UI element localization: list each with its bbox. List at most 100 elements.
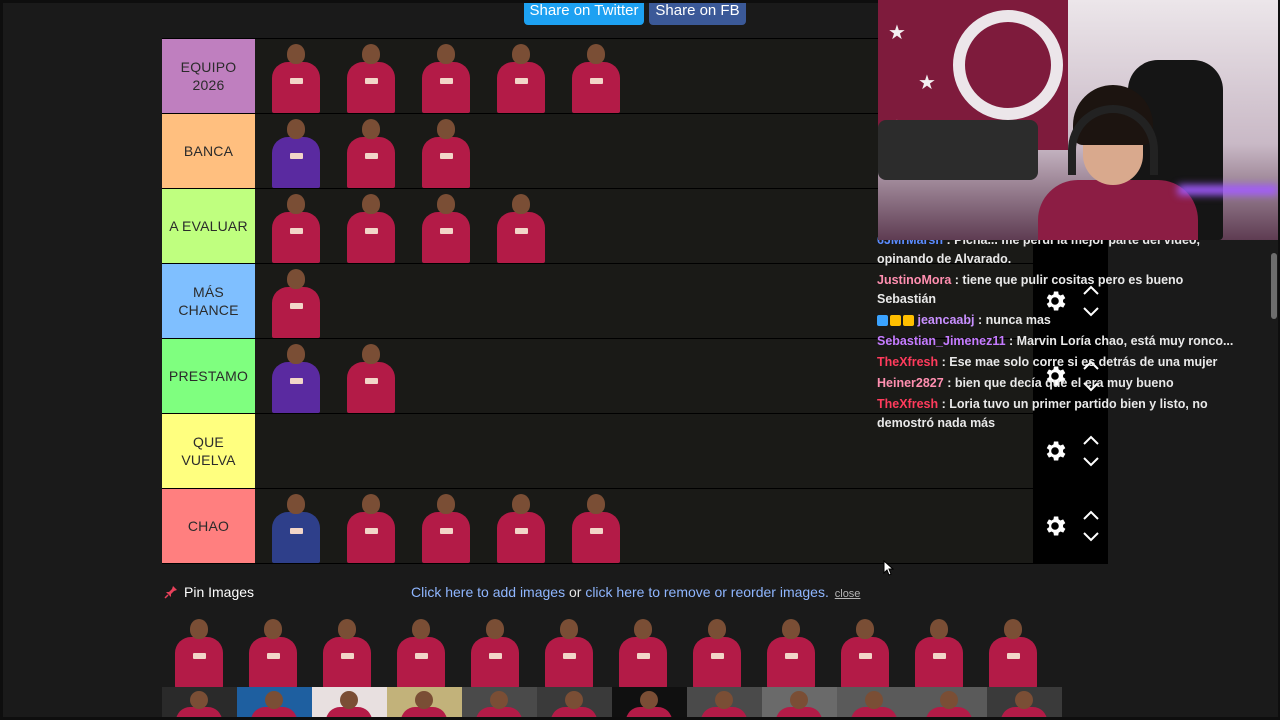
pool-player-image[interactable]	[976, 613, 1050, 688]
tier-label[interactable]: MÁS CHANCE	[162, 264, 255, 338]
move-arrows	[1082, 509, 1100, 543]
chevron-down-icon[interactable]	[1082, 531, 1100, 543]
player-image[interactable]	[334, 113, 409, 188]
pool-player-thumbnail[interactable]	[837, 687, 912, 717]
gear-icon[interactable]	[1042, 438, 1068, 464]
player-image[interactable]	[334, 188, 409, 263]
pool-player-image[interactable]	[754, 613, 828, 688]
pool-player-thumbnail[interactable]	[312, 687, 387, 717]
tier-label[interactable]: QUE VUELVA	[162, 414, 255, 488]
pool-player-image[interactable]	[902, 613, 976, 688]
player-image[interactable]	[259, 338, 334, 413]
player-image[interactable]	[409, 38, 484, 113]
gear-icon[interactable]	[1042, 513, 1068, 539]
share-facebook-button[interactable]: Share on FB	[649, 3, 746, 25]
pool-player-thumbnail[interactable]	[237, 687, 312, 717]
tier-label[interactable]: A EVALUAR	[162, 189, 255, 263]
chat-overlay: 6JMrMarsh : Picha... me perdí la mejor p…	[874, 230, 1244, 434]
microphone-arm	[878, 120, 1038, 180]
pool-player-image[interactable]	[310, 613, 384, 688]
tier-label[interactable]: PRESTAMO	[162, 339, 255, 413]
pool-player-thumbnail[interactable]	[537, 687, 612, 717]
player-image[interactable]	[484, 38, 559, 113]
tier-row: CHAO	[162, 489, 1108, 564]
player-image[interactable]	[259, 188, 334, 263]
chat-message: jeancaabj : nunca mas	[874, 310, 1244, 331]
image-pool-row-2	[162, 687, 1062, 717]
tier-label[interactable]: CHAO	[162, 489, 255, 563]
image-links: Click here to add images or click here t…	[411, 584, 860, 600]
chat-username[interactable]: TheXfresh	[877, 397, 938, 411]
player-image[interactable]	[259, 113, 334, 188]
chevron-up-icon[interactable]	[1082, 509, 1100, 521]
chat-message: TheXfresh : Ese mae solo corre si es det…	[877, 355, 1218, 369]
remove-reorder-images-link[interactable]: click here to remove or reorder images.	[585, 584, 829, 600]
chat-text: bien que decía que el era muy bueno	[954, 376, 1174, 390]
move-arrows	[1082, 434, 1100, 468]
chat-message: Sebastian_Jimenez11 : Marvin Loría chao,…	[877, 334, 1234, 348]
chat-scrollbar[interactable]	[1271, 253, 1277, 319]
chat-text: nunca mas	[985, 313, 1051, 327]
pin-images-toggle[interactable]: Pin Images	[164, 584, 254, 600]
player-image[interactable]	[484, 488, 559, 563]
player-image[interactable]	[484, 188, 559, 263]
player-image[interactable]	[409, 488, 484, 563]
pool-player-image[interactable]	[828, 613, 902, 688]
pin-images-label: Pin Images	[184, 584, 255, 600]
player-image[interactable]	[409, 113, 484, 188]
chat-message: JustinoMora : tiene que pulir cositas pe…	[877, 273, 1184, 306]
pool-player-image[interactable]	[458, 613, 532, 688]
chat-username[interactable]: TheXfresh	[877, 355, 938, 369]
streamer	[1028, 85, 1198, 240]
chat-username[interactable]: Heiner2827	[877, 376, 944, 390]
badge-icon	[877, 315, 888, 327]
pool-player-image[interactable]	[532, 613, 606, 688]
pool-player-thumbnail[interactable]	[162, 687, 237, 717]
mouse-cursor-icon	[883, 560, 895, 576]
pool-player-thumbnail[interactable]	[987, 687, 1062, 717]
player-image[interactable]	[334, 488, 409, 563]
player-image[interactable]	[559, 488, 634, 563]
chevron-down-icon[interactable]	[1082, 456, 1100, 468]
webcam-overlay: ★ ★ ★	[878, 0, 1278, 240]
chevron-up-icon[interactable]	[1082, 434, 1100, 446]
player-image[interactable]	[259, 488, 334, 563]
chat-message: Heiner2827 : bien que decía que el era m…	[877, 376, 1174, 390]
chat-text: Marvin Loría chao, está muy ronco...	[1016, 334, 1234, 348]
pool-player-image[interactable]	[236, 613, 310, 688]
player-image[interactable]	[334, 338, 409, 413]
pool-player-thumbnail[interactable]	[687, 687, 762, 717]
pool-player-thumbnail[interactable]	[762, 687, 837, 717]
tier-label[interactable]: BANCA	[162, 114, 255, 188]
chat-text: Ese mae solo corre si es detrás de una m…	[949, 355, 1218, 369]
pool-player-image[interactable]	[606, 613, 680, 688]
player-image[interactable]	[259, 263, 334, 338]
badge-icon	[903, 315, 914, 327]
player-image[interactable]	[409, 188, 484, 263]
pool-player-thumbnail[interactable]	[462, 687, 537, 717]
pushpin-icon	[164, 586, 177, 599]
player-image[interactable]	[559, 38, 634, 113]
pool-player-image[interactable]	[680, 613, 754, 688]
pool-player-thumbnail[interactable]	[912, 687, 987, 717]
tier-label[interactable]: EQUIPO 2026	[162, 39, 255, 113]
chat-username[interactable]: jeancaabj	[917, 313, 974, 327]
add-images-link[interactable]: Click here to add images	[411, 584, 565, 600]
tier-controls	[1033, 489, 1108, 563]
pin-images-bar: Pin Images Click here to add images or c…	[164, 584, 1104, 604]
image-pool-row-1	[162, 613, 1062, 688]
chat-username[interactable]: Sebastian_Jimenez11	[877, 334, 1006, 348]
share-twitter-label: Share on Twitter	[529, 3, 639, 19]
led-light	[1178, 185, 1278, 195]
tier-items[interactable]	[255, 489, 1033, 563]
chat-message: TheXfresh : Loria tuvo un primer partido…	[877, 397, 1208, 430]
player-image[interactable]	[334, 38, 409, 113]
share-twitter-button[interactable]: Share on Twitter	[524, 3, 644, 25]
player-image[interactable]	[259, 38, 334, 113]
pool-player-thumbnail[interactable]	[387, 687, 462, 717]
pool-player-thumbnail[interactable]	[612, 687, 687, 717]
close-link[interactable]: close	[835, 588, 861, 600]
pool-player-image[interactable]	[384, 613, 458, 688]
chat-username[interactable]: JustinoMora	[877, 273, 951, 287]
pool-player-image[interactable]	[162, 613, 236, 688]
